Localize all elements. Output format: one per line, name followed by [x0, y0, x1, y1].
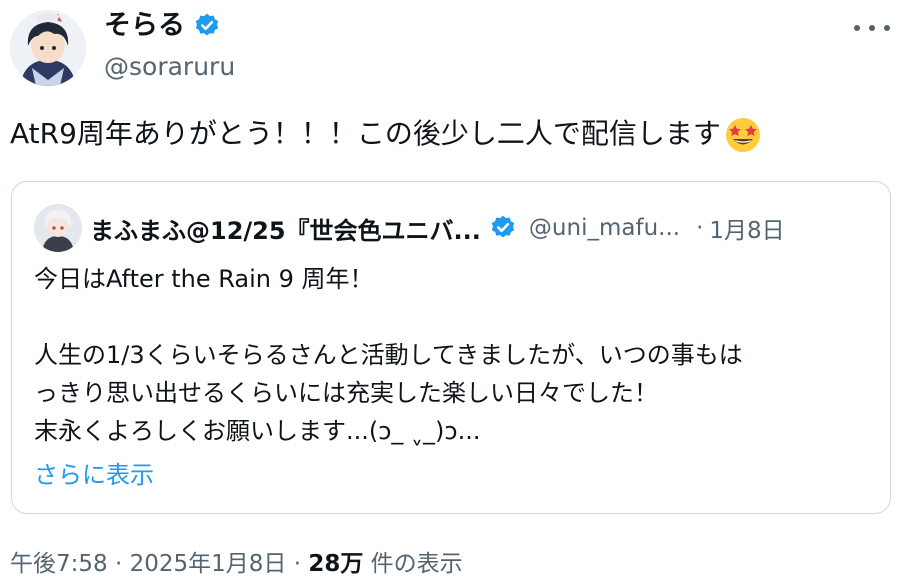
author-name-text[interactable]: そらる: [104, 8, 185, 44]
quoted-text-line: 末永くよろしくお願いします...(ͻ_ ˬ_)ͻ...: [34, 417, 481, 445]
tweet-meta: 午後7:58 · 2025年1月8日 · 28万 件の表示: [10, 546, 463, 582]
tweet-date[interactable]: 2025年1月8日: [130, 551, 287, 577]
star-struck-emoji-icon: [723, 114, 763, 154]
tweet-time[interactable]: 午後7:58: [10, 551, 108, 577]
author-avatar[interactable]: [10, 10, 86, 86]
quoted-tweet-header: まふまふ@12/25『世会色ユニバ... @uni_mafu... · 1月8日: [90, 208, 785, 248]
meta-separator: ·: [114, 551, 123, 577]
quoted-verified-badge-icon: [489, 214, 517, 242]
quoted-date[interactable]: 1月8日: [709, 211, 784, 245]
quoted-text-line: [34, 298, 874, 336]
quoted-tweet-body: 今日はAfter the Rain 9 周年！ 人生の1/3くらいそらるさんと活…: [34, 260, 874, 450]
meta-separator: ·: [293, 551, 302, 577]
tweet-card: そらる @soraruru AtR9周年ありがとう！！！この後少し二人で配信しま…: [0, 0, 906, 586]
quoted-separator: ·: [696, 215, 704, 241]
tweet-text-content: AtR9周年ありがとう！！！この後少し二人で配信します: [10, 117, 721, 150]
verified-badge-icon: [193, 12, 221, 40]
more-dot-icon: [854, 25, 860, 31]
author-handle[interactable]: @soraruru: [104, 51, 235, 83]
views-label: 件の表示: [370, 551, 463, 577]
views-count[interactable]: 28万: [308, 551, 363, 577]
quoted-text-line: っきり思い出せるくらいには充実した楽しい日々でした！: [34, 379, 658, 407]
more-dot-icon: [869, 25, 875, 31]
author-name[interactable]: そらる: [104, 8, 221, 44]
show-more-link[interactable]: さらに表示: [34, 457, 154, 493]
quoted-author-handle[interactable]: @uni_mafu...: [529, 215, 680, 241]
quoted-author-name[interactable]: まふまふ@12/25『世会色ユニバ...: [90, 211, 481, 246]
tweet-text: AtR9周年ありがとう！！！この後少し二人で配信します: [10, 112, 763, 156]
quoted-text-line: 今日はAfter the Rain 9 周年！: [34, 265, 374, 293]
more-dot-icon: [884, 25, 890, 31]
quoted-text-line: 人生の1/3くらいそらるさんと活動してきましたが、いつの事もは: [34, 341, 743, 369]
quoted-author-avatar[interactable]: [34, 204, 82, 252]
quoted-tweet[interactable]: まふまふ@12/25『世会色ユニバ... @uni_mafu... · 1月8日…: [11, 181, 891, 514]
more-options-button[interactable]: [854, 16, 890, 40]
